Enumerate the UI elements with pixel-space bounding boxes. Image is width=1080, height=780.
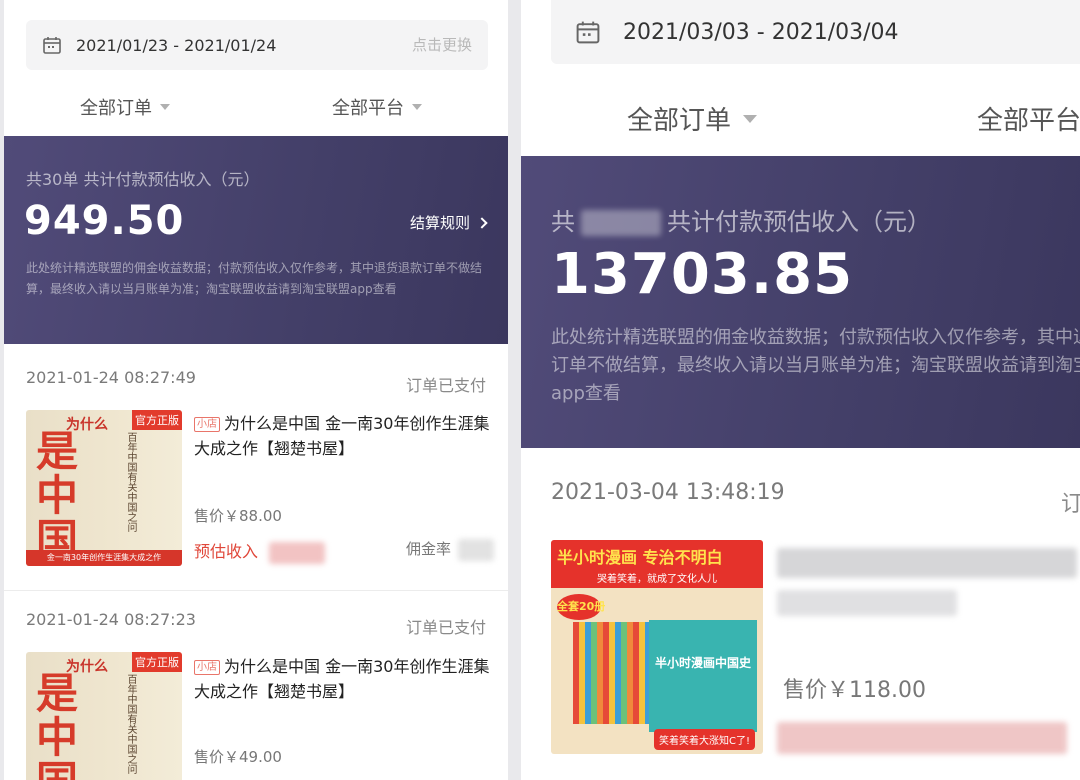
estimated-income-text: 预估收入 (194, 542, 259, 561)
screenshot-stage: 2021/01/23 - 2021/01/24 点击更换 全部订单 全部平台 共… (0, 0, 1080, 780)
filter-all-orders-label: 全部订单 (627, 106, 732, 136)
filter-all-platforms-label: 全部平台 (977, 106, 1080, 136)
order-status: 订 (1061, 492, 1080, 517)
income-summary-card: 共30单 共计付款预估收入（元） 949.50 结算规则 此处统计精选联盟的佣金… (4, 136, 508, 344)
book-spines (573, 622, 657, 724)
cover-vertical-text: 百年中国有关中国之问 (125, 674, 136, 774)
commission-rate-label: 佣金率 (406, 538, 494, 561)
product-cover-image[interactable]: 是中国 为什么 百年中国有关中国之问 官方正版 (26, 652, 182, 780)
cover-sticker: 笑着笑着大涨知C了! (654, 729, 755, 750)
estimated-income-amount: 949.50 (24, 198, 185, 244)
cover-strip: 金一南30年创作生涯集大成之作 (26, 550, 182, 566)
cover-top-chars: 为什么 (66, 659, 108, 675)
caret-down-icon (743, 114, 758, 123)
set-count-badge: 全套20册 (557, 594, 605, 620)
product-cover-image[interactable]: 是中国 为什么 百年中国有关中国之问 官方正版 金一南30年创作生涯集大成之作 (26, 410, 182, 566)
cover-top-chars: 为什么 (66, 417, 108, 433)
date-range-text: 2021/01/23 - 2021/01/24 (76, 35, 277, 55)
shop-tag: 小店 (194, 417, 220, 432)
order-divider (4, 590, 508, 591)
filter-all-platforms[interactable]: 全部平台 (332, 94, 422, 120)
product-price: 售价￥49.00 (194, 748, 282, 766)
right-order-panel: 2021/03/03 - 2021/03/04 全部订单 全部平台 共 共计付款预… (521, 0, 1080, 780)
settlement-rules-label: 结算规则 (409, 214, 470, 232)
official-badge: 官方正版 (132, 652, 182, 672)
filter-all-orders-label: 全部订单 (80, 98, 152, 119)
date-range-bar[interactable]: 2021/01/23 - 2021/01/24 点击更换 (26, 20, 488, 70)
blurred-value (457, 538, 494, 561)
order-status: 订单已支付 (405, 618, 486, 637)
shop-tag: 小店 (194, 660, 220, 675)
summary-caption: 共 共计付款预估收入（元） (551, 202, 931, 237)
product-title[interactable]: 小店 为什么是中国 金一南30年创作生涯集大成之作【翘楚书屋】 (194, 412, 490, 462)
calendar-icon (575, 19, 601, 45)
blurred-product-title (777, 590, 957, 616)
blurred-value (581, 210, 661, 236)
cover-subline: 哭着笑着，就成了文化人儿 (597, 574, 717, 585)
cover-vertical-text: 百年中国有关中国之问 (125, 432, 136, 532)
settlement-rules-link[interactable]: 结算规则 (409, 212, 488, 233)
order-time: 2021-01-24 08:27:49 (26, 368, 196, 387)
product-price: 售价￥118.00 (783, 678, 926, 703)
estimated-income-amount: 13703.85 (551, 242, 854, 307)
product-cover-image[interactable]: 半小时漫画 专治不明白 哭着笑着，就成了文化人儿 全套20册 半小时漫画中国史 … (551, 540, 763, 754)
chevron-right-icon (476, 216, 488, 229)
filter-all-orders[interactable]: 全部订单 (80, 94, 170, 120)
blurred-income (777, 722, 1067, 754)
filter-all-platforms[interactable]: 全部平台 (977, 100, 1080, 137)
blurred-value (777, 722, 1067, 754)
cover-front-title: 半小时漫画中国史 (649, 620, 757, 732)
income-summary-card: 共 共计付款预估收入（元） 13703.85 此处统计精选联盟的佣金收益数据；付款… (521, 156, 1080, 448)
date-range-text: 2021/03/03 - 2021/03/04 (623, 19, 899, 45)
product-price: 售价￥88.00 (194, 507, 282, 525)
calendar-icon (42, 35, 62, 55)
left-order-panel: 2021/01/23 - 2021/01/24 点击更换 全部订单 全部平台 共… (4, 0, 508, 780)
commission-rate-text: 佣金率 (406, 540, 452, 558)
caret-down-icon (160, 104, 170, 110)
summary-note: 此处统计精选联盟的佣金收益数据；付款预估收入仅作参考，其中退货退款订单不做结算，… (26, 261, 483, 296)
product-title-text: 为什么是中国 金一南30年创作生涯集大成之作【翘楚书屋】 (194, 414, 490, 458)
summary-suffix: 共计付款预估收入（元） (667, 208, 931, 236)
order-status: 订单已支付 (405, 376, 486, 395)
official-badge: 官方正版 (132, 410, 182, 430)
blurred-value (269, 541, 326, 564)
cover-big-chars: 是中国 (36, 669, 79, 780)
product-title-text: 为什么是中国 金一南30年创作生涯集大成之作【翘楚书屋】 (194, 657, 490, 701)
date-range-bar[interactable]: 2021/03/03 - 2021/03/04 (551, 0, 1080, 64)
order-time: 2021-01-24 08:27:23 (26, 610, 196, 629)
blurred-product-title (777, 548, 1077, 578)
caret-down-icon (412, 104, 422, 110)
blurred-value (777, 548, 1077, 578)
filter-all-orders[interactable]: 全部订单 (627, 100, 758, 137)
filter-all-platforms-label: 全部平台 (332, 98, 404, 119)
summary-caption: 共30单 共计付款预估收入（元） (26, 170, 260, 189)
product-title[interactable]: 小店 为什么是中国 金一南30年创作生涯集大成之作【翘楚书屋】 (194, 655, 490, 705)
summary-note: 此处统计精选联盟的佣金收益数据；付款预估收入仅作参考，其中退货退款订单不做结算，… (551, 327, 1080, 404)
estimated-income-label: 预估收入 (194, 538, 326, 564)
summary-prefix: 共 (551, 208, 575, 236)
blurred-value (777, 590, 957, 616)
cover-big-chars: 是中国 (36, 427, 79, 565)
change-date-link[interactable]: 点击更换 (412, 34, 472, 55)
order-time: 2021-03-04 13:48:19 (551, 480, 785, 505)
